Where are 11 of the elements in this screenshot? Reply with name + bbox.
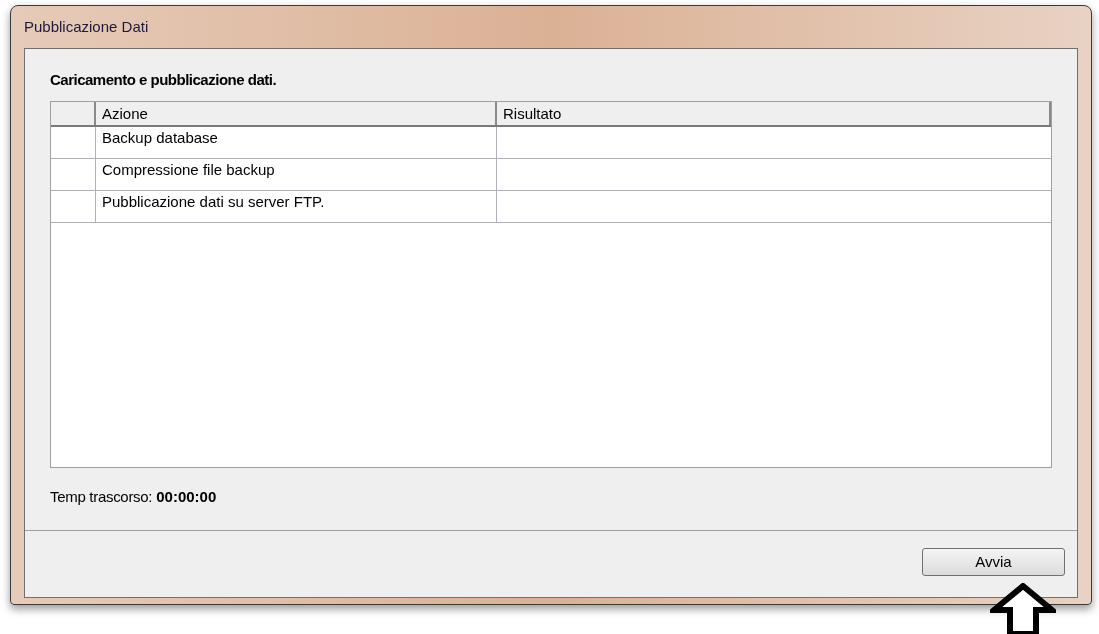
column-header[interactable]: Risultato [497,101,1051,125]
table-cell: Pubblicazione dati su server FTP. [102,192,325,210]
table-cell: Compressione file backup [102,160,275,178]
start-button[interactable]: Avvia [922,548,1065,576]
elapsed-label: Temp trascorso: [50,486,153,507]
window-title: Pubblicazione Dati [24,16,149,37]
up-arrow-icon [990,583,1056,634]
column-header[interactable]: Azione [96,101,497,125]
elapsed-time: 00:00:00 [156,486,217,507]
section-heading: Caricamento e pubblicazione dati. [50,70,278,90]
table-cell: Backup database [102,128,218,146]
